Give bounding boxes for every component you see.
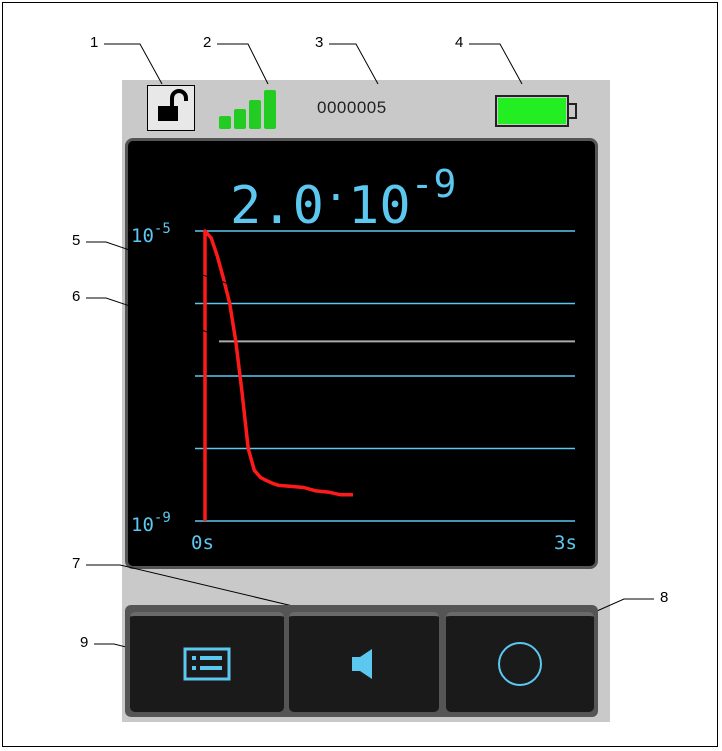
- sound-button[interactable]: [289, 612, 439, 712]
- record-button[interactable]: [446, 612, 594, 712]
- menu-list-icon: [183, 647, 231, 681]
- leader-6: [86, 297, 223, 338]
- leader-2: [217, 43, 269, 85]
- leader-4: [469, 43, 523, 85]
- leader-3: [329, 43, 379, 85]
- menu-button[interactable]: [130, 612, 284, 712]
- circle-record-icon: [498, 642, 542, 686]
- speaker-icon: [352, 649, 372, 679]
- leader-1: [104, 43, 163, 85]
- leader-5: [86, 241, 233, 286]
